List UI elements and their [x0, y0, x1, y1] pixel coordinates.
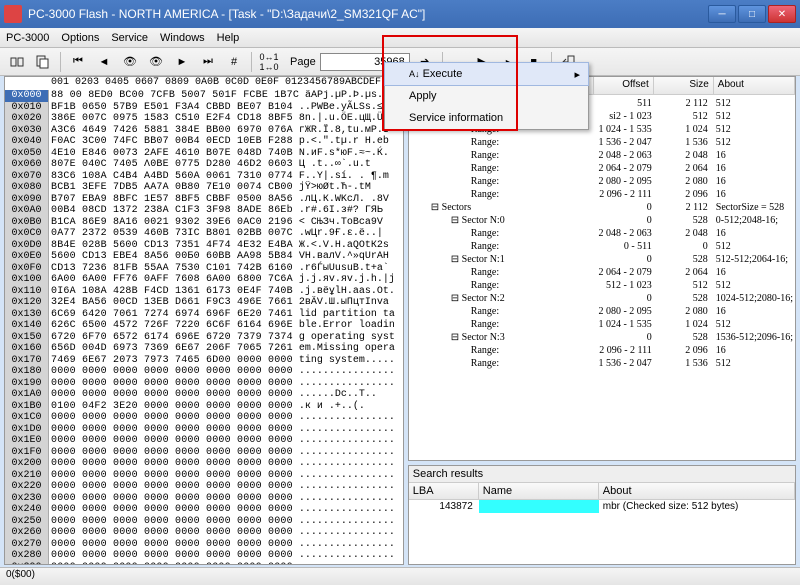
- hex-row[interactable]: 0x0504E10 E846 0073 2ΑFE 4610 B07E 048D …: [5, 148, 403, 160]
- hex-row[interactable]: 0x0F0CD13 7236 81FB 55AA 7530 C101 742B …: [5, 263, 403, 275]
- tree-row[interactable]: Range:2 064 - 2 0792 06416: [411, 162, 793, 175]
- app-icon: [4, 5, 22, 23]
- hex-row[interactable]: 0x1C00000 0000 0000 0000 0000 0000 0000 …: [5, 412, 403, 424]
- hex-row[interactable]: 0x080BCB1 3EFE 7DB5 ΑΑ7Α 0B80 7E10 0074 …: [5, 182, 403, 194]
- hex-row[interactable]: 0x160656D 004D 6973 7369 6E67 206F 7065 …: [5, 343, 403, 355]
- hex-row[interactable]: 0x2000000 0000 0000 0000 0000 0000 0000 …: [5, 458, 403, 470]
- search-title: Search results: [409, 466, 795, 483]
- hex-row[interactable]: 0x1506720 6F70 6572 6174 696E 6720 7379 …: [5, 332, 403, 344]
- context-menu: A↓ Execute▸ Apply Service information: [384, 62, 589, 130]
- hex-row[interactable]: 0x0C00A77 2372 0539 460B 73IC B801 02BB …: [5, 228, 403, 240]
- minimize-button[interactable]: ─: [708, 5, 736, 23]
- hex-row[interactable]: 0x0A000B4 08CD 1372 238A C1F3 3F98 8ΑDE …: [5, 205, 403, 217]
- hex-row[interactable]: 0x2400000 0000 0000 0000 0000 0000 0000 …: [5, 504, 403, 516]
- hex-row[interactable]: 0x010BF1B 0650 57B9 E501 F3A4 CBBD BE07 …: [5, 102, 403, 114]
- eye-fwd-icon[interactable]: 👁: [145, 51, 167, 73]
- menu-help[interactable]: Help: [217, 32, 240, 44]
- search-header: LBA Name About: [409, 483, 795, 500]
- statusbar: 0($00): [0, 567, 800, 585]
- menu-execute[interactable]: A↓ Execute▸: [384, 62, 589, 86]
- hex-row[interactable]: 0x2200000 0000 0000 0000 0000 0000 0000 …: [5, 481, 403, 493]
- hex-panel: 001 0203 0405 0607 0809 0A0B 0C0D 0E0F 0…: [4, 76, 404, 565]
- hex-row[interactable]: 0x2700000 0000 0000 0000 0000 0000 0000 …: [5, 539, 403, 551]
- next-icon[interactable]: ►: [171, 51, 193, 73]
- close-button[interactable]: ✕: [768, 5, 796, 23]
- tree-row[interactable]: Range:2 064 - 2 0792 06416: [411, 266, 793, 279]
- hex-row[interactable]: 0x1E00000 0000 0000 0000 0000 0000 0000 …: [5, 435, 403, 447]
- hex-row[interactable]: 0x0D08B4E 028B 5600 CD13 7351 4F74 4E32 …: [5, 240, 403, 252]
- prev-icon[interactable]: ◄: [93, 51, 115, 73]
- hex-row[interactable]: 0x1A00000 0000 0000 0000 0000 0000 0000 …: [5, 389, 403, 401]
- tree-row[interactable]: Range:2 080 - 2 0952 08016: [411, 305, 793, 318]
- window-title: PC-3000 Flash - NORTH AMERICA - [Task - …: [28, 7, 708, 21]
- hex-row[interactable]: 0x00088 00 8ED0 BC00 7CFB 5007 501F FCBE…: [5, 90, 403, 102]
- tree-row[interactable]: Range:2 096 - 2 1112 09616: [411, 188, 793, 201]
- tree-row[interactable]: Range:2 080 - 2 0952 08016: [411, 175, 793, 188]
- first-icon[interactable]: ⏮: [67, 51, 89, 73]
- tree-row[interactable]: Range:1 536 - 2 0471 536512: [411, 136, 793, 149]
- copy-icon[interactable]: [32, 51, 54, 73]
- menu-service[interactable]: Service: [111, 32, 148, 44]
- tree-row[interactable]: ⊟ Sector N:10528512-512;2064-16;: [411, 253, 793, 266]
- hex-row[interactable]: 0x1900000 0000 0000 0000 0000 0000 0000 …: [5, 378, 403, 390]
- tree-row[interactable]: ⊟ Sector N:005280-512;2048-16;: [411, 214, 793, 227]
- search-row[interactable]: 143872 mbr (Checked size: 512 bytes): [409, 500, 795, 513]
- hex-row[interactable]: 0x060807E 040C 7405 Λ0ΒΕ 0775 D280 46D2 …: [5, 159, 403, 171]
- hex-row[interactable]: 0x1707469 6E67 2073 7973 7465 6D00 0000 …: [5, 355, 403, 367]
- hex-row[interactable]: 0x1D00000 0000 0000 0000 0000 0000 0000 …: [5, 424, 403, 436]
- menubar: PC-3000 Options Service Windows Help: [0, 28, 800, 48]
- hex-row[interactable]: 0x020386E 007C 0975 1583 C510 E2F4 CD18 …: [5, 113, 403, 125]
- hex-row[interactable]: 0x0B0B1CA 86E9 8A16 0021 9302 39Е6 0ΑC0 …: [5, 217, 403, 229]
- hex-row[interactable]: 0x2100000 0000 0000 0000 0000 0000 0000 …: [5, 470, 403, 482]
- tree-row[interactable]: ⊟ Sectors02 112SectorSize = 528: [411, 201, 793, 214]
- binoculars-icon[interactable]: [6, 51, 28, 73]
- search-panel: Search results LBA Name About 143872 mbr…: [408, 465, 796, 565]
- hex-row[interactable]: 0x1B00100 04F2 3E20 0000 0000 0000 0000 …: [5, 401, 403, 413]
- tree-row[interactable]: Range:2 048 - 2 0632 04816: [411, 149, 793, 162]
- hex-body[interactable]: 0x00088 00 8ED0 BC00 7CFB 5007 501F FCBE…: [5, 90, 403, 564]
- hex-row[interactable]: 0x090B707 EBA9 8BFC 1E57 8BF5 CBBF 0500 …: [5, 194, 403, 206]
- hex-row[interactable]: 0x07083C6 108A C4B4 A4BD 560A 0061 7310 …: [5, 171, 403, 183]
- hex-row[interactable]: 0x140626C 6500 4572 726F 7220 6C6F 6164 …: [5, 320, 403, 332]
- menu-pc3000[interactable]: PC-3000: [6, 32, 49, 44]
- tree-row[interactable]: ⊟ Sector N:205281024-512;2080-16;: [411, 292, 793, 305]
- hex-row[interactable]: 0x1800000 0000 0000 0000 0000 0000 0000 …: [5, 366, 403, 378]
- tree-row[interactable]: ⊟ Sector N:305281536-512;2096-16;: [411, 331, 793, 344]
- tree-row[interactable]: Range:2 048 - 2 0632 04816: [411, 227, 793, 240]
- hex-row[interactable]: 0x2900000 0000 0000 0000 0000 0000 0000 …: [5, 562, 403, 565]
- hex-row[interactable]: 0x12032E4 BA56 00CD 13ΕВ D661 F9C3 496E …: [5, 297, 403, 309]
- grid-icon[interactable]: #: [223, 51, 245, 73]
- hex-row[interactable]: 0x040F0AC 3C00 74FC BB07 00B4 0ECD 10EB …: [5, 136, 403, 148]
- page-label: Page: [290, 56, 316, 68]
- tree-row[interactable]: Range:1 024 - 1 5351 024512: [411, 318, 793, 331]
- hex-row[interactable]: 0x1100I6А 108А 428B F4CD 1361 6173 0E4F …: [5, 286, 403, 298]
- hex-header: 001 0203 0405 0607 0809 0A0B 0C0D 0E0F 0…: [5, 77, 403, 90]
- hex-row[interactable]: 0x0E05600 CD13 EBE4 8A56 00Б0 60ΒΒ AA98 …: [5, 251, 403, 263]
- menu-windows[interactable]: Windows: [160, 32, 205, 44]
- swap01-icon[interactable]: 0↔11↔0: [258, 51, 280, 73]
- hex-row[interactable]: 0x1306C69 6420 7061 7274 6974 696F 6E20 …: [5, 309, 403, 321]
- hex-row[interactable]: 0x1006A00 6A00 FF76 0ΑFF 7608 6A00 6800 …: [5, 274, 403, 286]
- menu-options[interactable]: Options: [61, 32, 99, 44]
- tree-panel[interactable]: Offset Size About Range:5112 112512Range…: [408, 76, 796, 461]
- menu-service-info[interactable]: Service information: [385, 107, 588, 129]
- menu-apply[interactable]: Apply: [385, 85, 588, 107]
- eye-back-icon[interactable]: 👁: [119, 51, 141, 73]
- maximize-button[interactable]: □: [738, 5, 766, 23]
- hex-row[interactable]: 0x2600000 0000 0000 0000 0000 0000 0000 …: [5, 527, 403, 539]
- tree-row[interactable]: Range:0 - 5110512: [411, 240, 793, 253]
- hex-row[interactable]: 0x030A3C6 4649 7426 5881 384E BB00 6970 …: [5, 125, 403, 137]
- last-icon[interactable]: ⏭: [197, 51, 219, 73]
- hex-row[interactable]: 0x2800000 0000 0000 0000 0000 0000 0000 …: [5, 550, 403, 562]
- titlebar: PC-3000 Flash - NORTH AMERICA - [Task - …: [0, 0, 800, 28]
- hex-row[interactable]: 0x1F00000 0000 0000 0000 0000 0000 0000 …: [5, 447, 403, 459]
- hex-row[interactable]: 0x2300000 0000 0000 0000 0000 0000 0000 …: [5, 493, 403, 505]
- hex-row[interactable]: 0x2500000 0000 0000 0000 0000 0000 0000 …: [5, 516, 403, 528]
- tree-row[interactable]: Range:1 536 - 2 0471 536512: [411, 357, 793, 370]
- tree-row[interactable]: Range:2 096 - 2 1112 09616: [411, 344, 793, 357]
- tree-row[interactable]: Range:512 - 1 023512512: [411, 279, 793, 292]
